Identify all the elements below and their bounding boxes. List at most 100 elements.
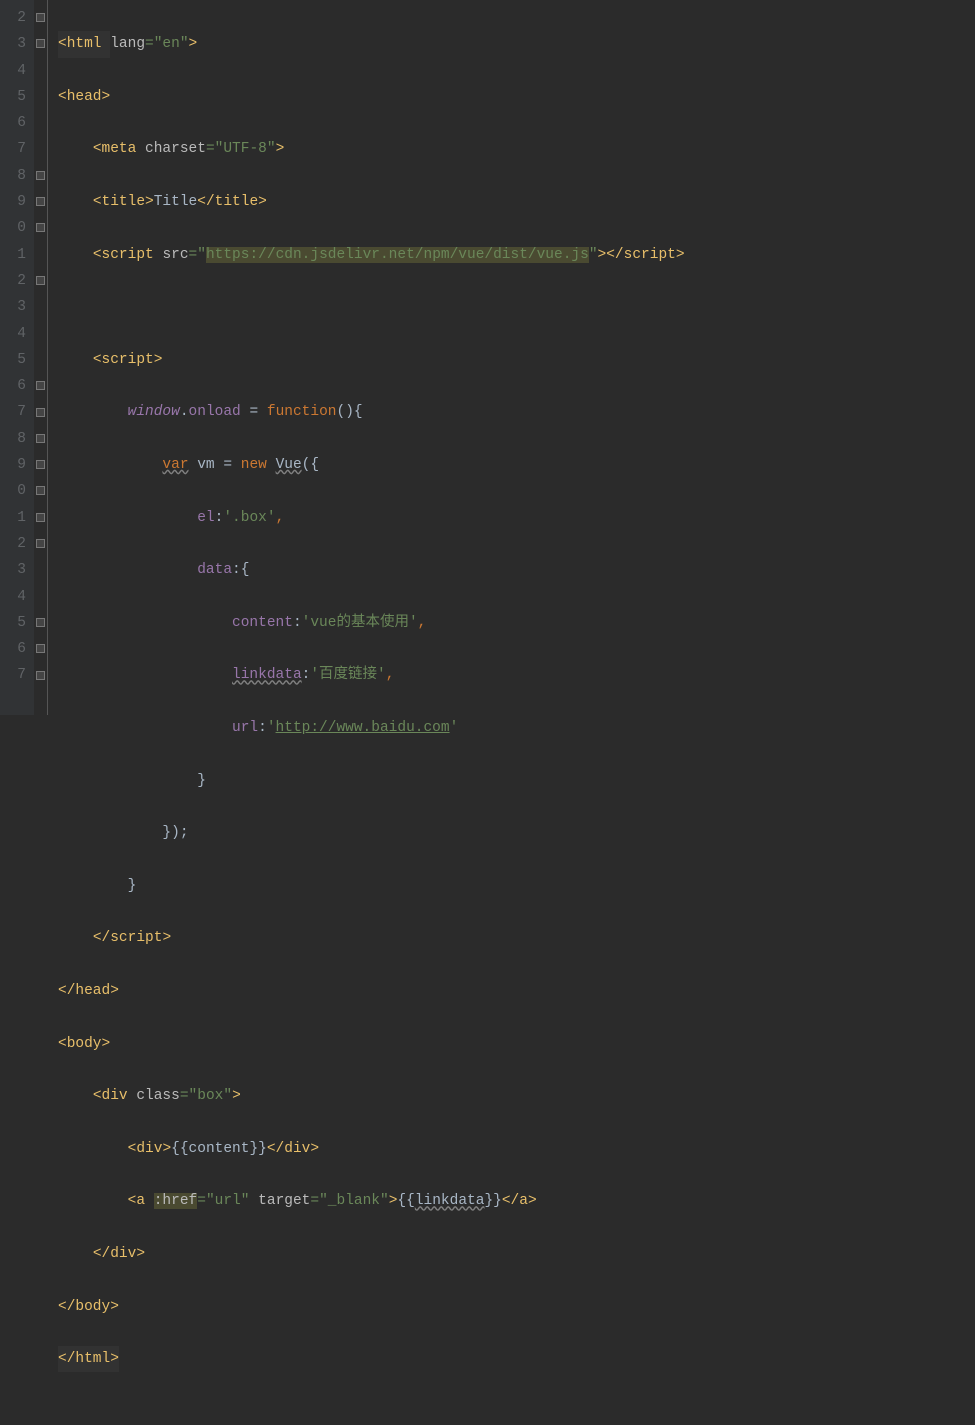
attr: :href [154,1193,198,1209]
code-line[interactable]: <head> [58,84,975,110]
fold-marker-icon[interactable] [36,223,45,232]
line-number: 9 [0,452,26,478]
fold-marker-icon[interactable] [36,171,45,180]
str: '.box' [223,510,275,526]
attr: src [162,247,188,263]
code-line[interactable]: url:'http://www.baidu.com' [58,715,975,741]
fold-marker-icon[interactable] [36,381,45,390]
tag-close: > [162,930,171,946]
code-line[interactable]: <div class="box"> [58,1083,975,1109]
fold-marker-icon[interactable] [36,460,45,469]
attr-val: "UTF-8" [215,141,276,157]
code-line[interactable]: <div>{{content}}</div> [58,1136,975,1162]
fold-marker-icon[interactable] [36,486,45,495]
tag-close: > [389,1193,398,1209]
tag-open: < [93,194,102,210]
eq: = [180,1088,189,1104]
quote: " [589,247,598,263]
punc: ({ [302,457,319,473]
colon: : [232,562,241,578]
code-line[interactable]: <body> [58,1031,975,1057]
tag-open: < [93,1088,102,1104]
code-line[interactable]: <html lang="en"> [58,31,975,57]
line-number: 6 [0,636,26,662]
code-line[interactable]: content:'vue的基本使用', [58,610,975,636]
code-line[interactable]: data:{ [58,557,975,583]
code-line[interactable]: linkdata:'百度链接', [58,662,975,688]
code-line[interactable]: <meta charset="UTF-8"> [58,136,975,162]
code-line[interactable]: <script> [58,347,975,373]
fold-marker-icon[interactable] [36,276,45,285]
tag-close: > [676,247,685,263]
code-line[interactable]: } [58,768,975,794]
code-line[interactable]: } [58,873,975,899]
code-line[interactable] [58,294,975,320]
code-line[interactable]: var vm = new Vue({ [58,452,975,478]
fold-marker-icon[interactable] [36,434,45,443]
tag-open: </ [93,1246,110,1262]
fold-marker-icon[interactable] [36,513,45,522]
attr-val: "en" [154,36,189,52]
eq: = [145,36,154,52]
tag-open: < [58,36,67,52]
fold-marker-icon[interactable] [36,197,45,206]
code-line[interactable]: </body> [58,1294,975,1320]
punc: (){ [337,404,363,420]
tag-name: a [519,1193,528,1209]
tag-close: > [136,1246,145,1262]
code-line[interactable]: window.onload = function(){ [58,399,975,425]
tag-open: < [93,352,102,368]
line-number: 0 [0,215,26,241]
tag-name: script [102,352,154,368]
line-number: 3 [0,294,26,320]
code-line[interactable]: el:'.box', [58,505,975,531]
line-number: 7 [0,662,26,688]
line-number: 6 [0,373,26,399]
quote: ' [267,720,276,736]
code-line[interactable]: </html> [58,1346,975,1372]
line-number-gutter: 23456789012345678901234567 [0,0,34,715]
code-area[interactable]: <html lang="en"> <head> <meta charset="U… [48,0,975,715]
line-number: 6 [0,110,26,136]
sp [189,457,198,473]
line-number: 3 [0,557,26,583]
tag-open: < [128,1141,137,1157]
fold-marker-icon[interactable] [36,408,45,417]
line-number: 3 [0,31,26,57]
line-number: 4 [0,58,26,84]
url-string: https://cdn.jsdelivr.net/npm/vue/dist/vu… [206,247,589,263]
tag-name: body [67,1036,102,1052]
tag-close: > [102,1036,111,1052]
fold-marker-icon[interactable] [36,671,45,680]
tag-open: </ [58,983,75,999]
fold-marker-icon[interactable] [36,13,45,22]
keyword: function [267,404,337,420]
str: '百度链接' [310,667,385,683]
line-number: 9 [0,189,26,215]
line-number: 0 [0,478,26,504]
keyword: var [162,457,188,473]
ident: linkdata [415,1193,485,1209]
prop: data [197,562,232,578]
code-line[interactable]: </head> [58,978,975,1004]
code-line[interactable]: <a :href="url" target="_blank">{{linkdat… [58,1188,975,1214]
fold-marker-icon[interactable] [36,618,45,627]
line-number: 2 [0,268,26,294]
fold-marker-icon[interactable] [36,644,45,653]
tag-open: < [58,89,67,105]
fold-marker-icon[interactable] [36,39,45,48]
tag-close: > [110,1299,119,1315]
tag-name: title [102,194,146,210]
code-line[interactable]: </script> [58,925,975,951]
code-line[interactable]: </div> [58,1241,975,1267]
code-line[interactable]: <title>Title</title> [58,189,975,215]
code-line[interactable]: }); [58,820,975,846]
tag-close: > [232,1088,241,1104]
tag-close: > [154,352,163,368]
ident: Vue [276,457,302,473]
attr: class [136,1088,180,1104]
eq: = [249,404,266,420]
fold-marker-icon[interactable] [36,539,45,548]
code-line[interactable]: <script src="https://cdn.jsdelivr.net/np… [58,242,975,268]
keyword: new [241,457,276,473]
